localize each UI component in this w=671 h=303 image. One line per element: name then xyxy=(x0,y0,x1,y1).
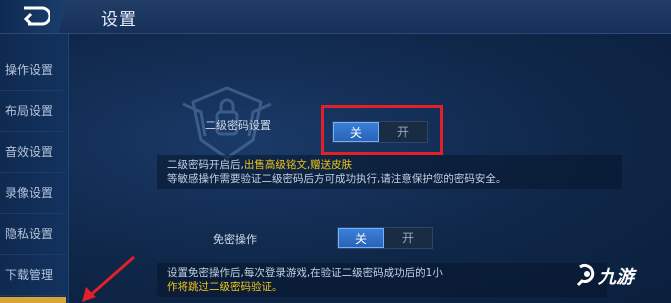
sidebar-item-recording[interactable]: 录像设置 xyxy=(0,173,66,214)
secondary-password-description: 二级密码开启后,出售高级铭文,赠送皮肤 等敏感操作需要验证二级密码后方可成功执行… xyxy=(157,155,622,189)
settings-screen: 设置 操作设置 布局设置 音效设置 录像设置 隐私设置 下载管理 二级密码设置 … xyxy=(0,0,671,303)
password-free-toggle[interactable]: 关 开 xyxy=(337,227,433,249)
watermark-text: 九游 xyxy=(598,267,634,288)
password-free-off-option[interactable]: 关 xyxy=(338,228,384,248)
back-arrow-icon xyxy=(23,6,50,26)
pf-desc-highlight: 作将跳过二级密码验证。 xyxy=(167,281,283,293)
sidebar-selected-indicator xyxy=(0,297,66,303)
back-button[interactable] xyxy=(0,0,68,33)
password-free-on-option[interactable]: 开 xyxy=(384,228,432,248)
sidebar-item-controls[interactable]: 操作设置 xyxy=(0,50,66,91)
annotation-arrow-icon xyxy=(82,255,135,302)
desc-line-2: 等敏感操作需要验证二级密码后方可成功执行,请注意保护您的密码安全。 xyxy=(167,173,507,185)
desc-highlight: 出售高级铭文,赠送皮肤 xyxy=(243,159,353,171)
password-free-label: 免密操作 xyxy=(213,233,257,246)
password-free-description: 设置免密操作后,每次登录游戏,在验证二级密码成功后的1小 作将跳过二级密码验证。 xyxy=(157,263,607,297)
page-title: 设置 xyxy=(101,10,137,30)
secondary-password-label: 二级密码设置 xyxy=(205,119,271,132)
sidebar-item-downloads[interactable]: 下载管理 xyxy=(0,255,66,296)
sidebar-item-privacy[interactable]: 隐私设置 xyxy=(0,214,66,255)
watermark-logo-icon xyxy=(576,263,595,287)
top-bar: 设置 xyxy=(0,0,671,34)
desc-prefix: 二级密码开启后, xyxy=(167,159,244,171)
sidebar-item-layout[interactable]: 布局设置 xyxy=(0,91,66,132)
sidebar-item-sound[interactable]: 音效设置 xyxy=(0,132,66,173)
sidebar: 操作设置 布局设置 音效设置 录像设置 隐私设置 下载管理 xyxy=(0,34,69,303)
annotation-highlight-box xyxy=(321,105,443,155)
pf-desc-line-1: 设置免密操作后,每次登录游戏,在验证二级密码成功后的1小 xyxy=(167,267,443,279)
